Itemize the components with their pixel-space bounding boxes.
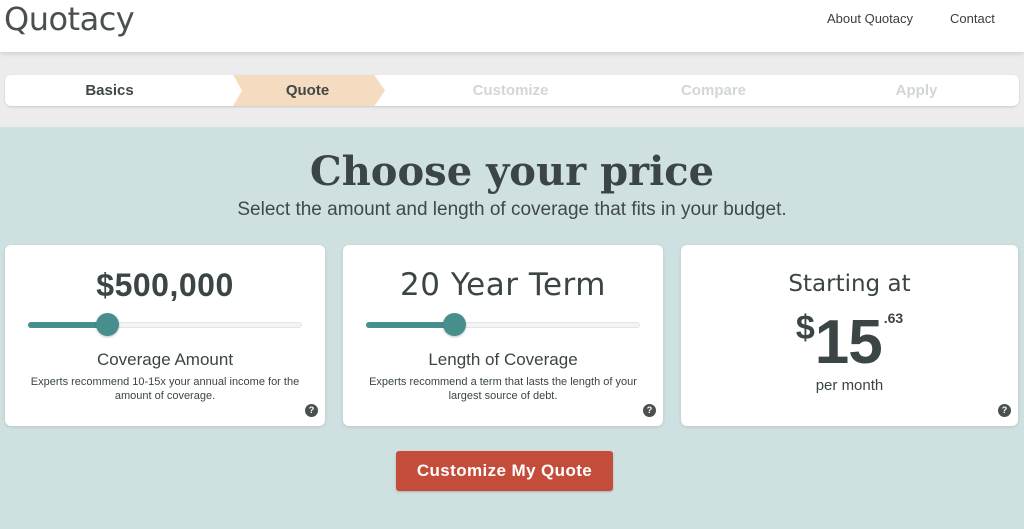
coverage-amount-slider[interactable] [28, 313, 302, 336]
coverage-amount-value: $500,000 [96, 267, 234, 303]
quotacy-logo[interactable]: Quotacy [4, 0, 135, 38]
step-apply: Apply [895, 82, 938, 99]
coverage-card: $500,000 Coverage Amount Experts recomme… [5, 245, 325, 426]
nav-about-link[interactable]: About Quotacy [827, 11, 913, 26]
price-currency: $ [795, 309, 815, 347]
term-length-value: 20 Year Term [400, 267, 606, 303]
price-cents: .63 [883, 310, 904, 326]
top-header: Quotacy About Quotacy Contact [0, 0, 1024, 52]
price-card: Starting at $15.63 per month ? [681, 245, 1018, 426]
progress-steps: Basics Quote Customize Compare Apply [5, 75, 1019, 106]
term-card: 20 Year Term Length of Coverage Experts … [343, 245, 663, 426]
slider-handle[interactable] [442, 313, 466, 336]
starting-at-label: Starting at [788, 271, 911, 297]
step-customize: Customize [472, 82, 549, 99]
price-dollars: 15 [814, 308, 883, 377]
term-length-slider[interactable] [366, 313, 640, 336]
question-icon[interactable]: ? [305, 404, 318, 417]
coverage-amount-label: Coverage Amount [96, 350, 234, 369]
slider-handle[interactable] [96, 313, 120, 336]
coverage-help-text: Experts recommend 10-15x your annual inc… [30, 376, 300, 402]
step-compare: Compare [680, 82, 747, 99]
slider-fill [366, 322, 454, 328]
price-period: per month [815, 377, 884, 394]
question-icon[interactable]: ? [643, 404, 656, 417]
page-subtitle: Select the amount and length of coverage… [237, 199, 787, 220]
monthly-price: $15.63 [681, 307, 1018, 378]
question-icon[interactable]: ? [998, 404, 1011, 417]
page-title: Choose your price [309, 148, 715, 195]
nav-contact-link[interactable]: Contact [950, 11, 995, 26]
term-help-text: Experts recommend a term that lasts the … [369, 376, 637, 402]
customize-quote-button[interactable]: Customize My Quote [396, 451, 613, 491]
term-length-label: Length of Coverage [428, 350, 578, 369]
step-basics[interactable]: Basics [8, 82, 211, 99]
step-quote[interactable]: Quote [206, 82, 409, 99]
